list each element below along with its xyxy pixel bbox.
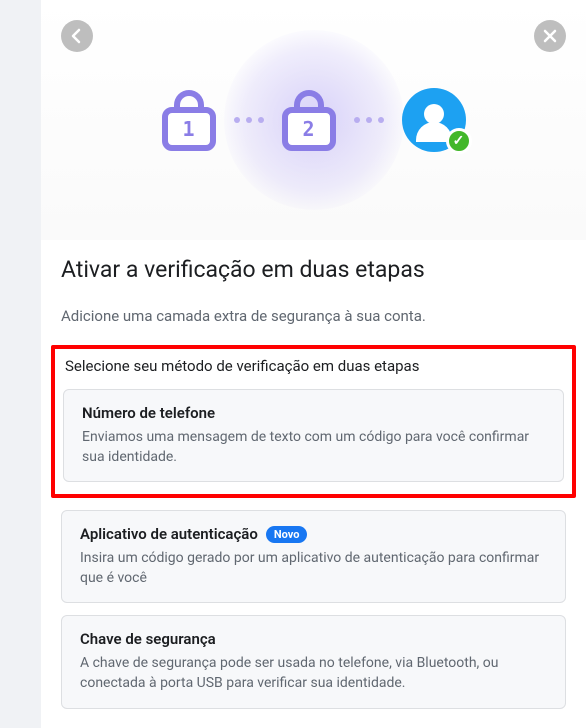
chevron-left-icon — [69, 28, 85, 44]
option-title: Aplicativo de autenticação Novo — [80, 525, 547, 543]
dots-connector — [354, 117, 384, 123]
modal-content: Ativar a verificação em duas etapas Adic… — [41, 240, 586, 709]
option-description: Enviamos uma mensagem de texto com um có… — [82, 428, 545, 467]
section-label: Selecione seu método de verificação em d… — [65, 357, 564, 375]
option-phone-number[interactable]: Número de telefone Enviamos uma mensagem… — [63, 389, 564, 482]
illustration-graphic: 1 2 ✓ — [162, 88, 466, 152]
new-badge: Novo — [266, 526, 308, 543]
option-security-key[interactable]: Chave de segurança A chave de segurança … — [61, 615, 566, 708]
avatar-verified-icon: ✓ — [402, 88, 466, 152]
option-authenticator-app[interactable]: Aplicativo de autenticação Novo Insira u… — [61, 510, 566, 603]
lock-2-icon: 2 — [282, 90, 336, 151]
close-icon — [543, 29, 557, 43]
highlight-annotation: Selecione seu método de verificação em d… — [51, 345, 576, 498]
option-title: Número de telefone — [82, 404, 545, 422]
option-description: Insira um código gerado por um aplicativ… — [80, 549, 547, 588]
two-factor-modal: 1 2 ✓ Ativar a verificação em duas eta — [41, 0, 586, 728]
modal-subtitle: Adicione uma camada extra de segurança à… — [61, 307, 566, 325]
dots-connector — [234, 117, 264, 123]
option-title: Chave de segurança — [80, 630, 547, 648]
close-button[interactable] — [534, 20, 566, 52]
option-description: A chave de segurança pode ser usada no t… — [80, 654, 547, 693]
modal-title: Ativar a verificação em duas etapas — [61, 256, 566, 283]
check-badge-icon: ✓ — [446, 128, 472, 154]
lock-1-icon: 1 — [162, 90, 216, 151]
back-button[interactable] — [61, 20, 93, 52]
illustration-area: 1 2 ✓ — [41, 0, 586, 240]
